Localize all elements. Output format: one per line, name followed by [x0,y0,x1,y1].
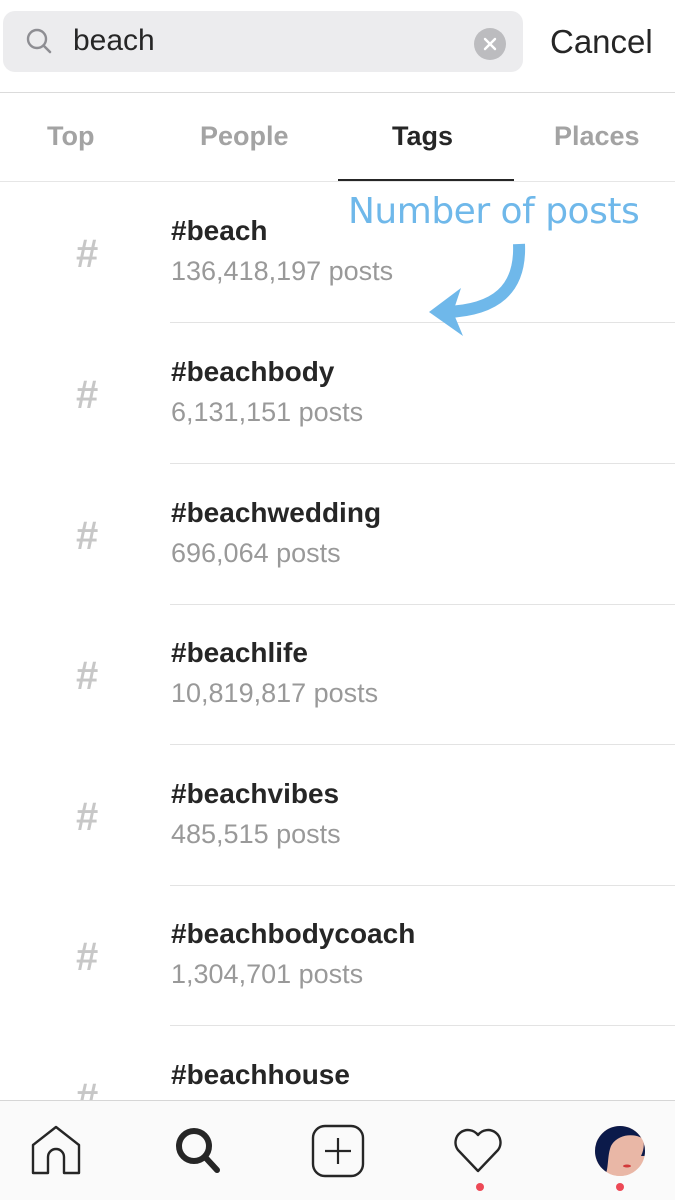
tag-results-list: # #beach 136,418,197 posts # #beachbody … [0,182,675,1100]
bottom-tab-bar [0,1100,675,1200]
clear-icon [483,37,497,51]
hashtag-icon: # [76,935,99,979]
profile-notification-dot [616,1183,624,1191]
curved-arrow-icon [429,243,526,336]
post-count: 136,418,197 posts [171,256,394,286]
heart-icon[interactable] [450,1123,506,1179]
tab-top[interactable]: Top [47,119,94,153]
hashtag-icon: # [76,373,99,417]
tab-tags[interactable]: Tags [392,119,453,153]
activity-notification-dot [476,1183,484,1191]
tag-row[interactable]: # #beachbody 6,131,151 posts [0,323,675,464]
hashtag-icon: # [76,1076,99,1100]
tag-name: #beachlife [171,637,308,668]
tab-people[interactable]: People [200,119,289,153]
hashtag-icon: # [76,514,99,558]
post-count: 10,819,817 posts [171,678,379,708]
tag-name: #beach [171,215,268,246]
tag-row[interactable]: # #beachvibes 485,515 posts [0,745,675,886]
search-icon [26,28,52,54]
hashtag-icon: # [76,795,99,839]
hashtag-icon: # [76,232,99,276]
tag-name: #beachvibes [171,778,340,809]
hashtag-icon: # [76,654,99,698]
search-header: beach Cancel [0,0,675,92]
home-icon[interactable] [28,1123,84,1179]
tag-name: #beachbody [171,356,335,387]
tab-places[interactable]: Places [554,119,640,153]
tag-row[interactable]: # #beachlife 10,819,817 posts [0,604,675,745]
tag-row[interactable]: # #beachwedding 696,064 posts [0,464,675,605]
tag-name: #beachhouse [171,1059,350,1090]
annotation-label: Number of posts [348,191,640,232]
search-icon[interactable] [170,1123,226,1179]
post-count: 696,064 posts [171,538,341,568]
tag-row[interactable]: # #beachhouse [0,1026,675,1100]
tag-name: #beachbodycoach [171,918,416,949]
profile-avatar[interactable] [595,1126,645,1176]
tag-row[interactable]: # #beachbodycoach 1,304,701 posts [0,885,675,1026]
search-tabs: Top People Tags Places [0,93,675,182]
post-count: 6,131,151 posts [171,397,364,427]
search-query[interactable]: beach [73,23,155,59]
avatar-image [595,1126,645,1176]
tag-name: #beachwedding [171,497,382,528]
search-input[interactable]: beach [3,11,523,72]
clear-search-button[interactable] [474,28,506,60]
add-icon[interactable] [310,1123,366,1179]
post-count: 485,515 posts [171,819,341,849]
cancel-button[interactable]: Cancel [550,22,653,62]
post-count: 1,304,701 posts [171,959,364,989]
